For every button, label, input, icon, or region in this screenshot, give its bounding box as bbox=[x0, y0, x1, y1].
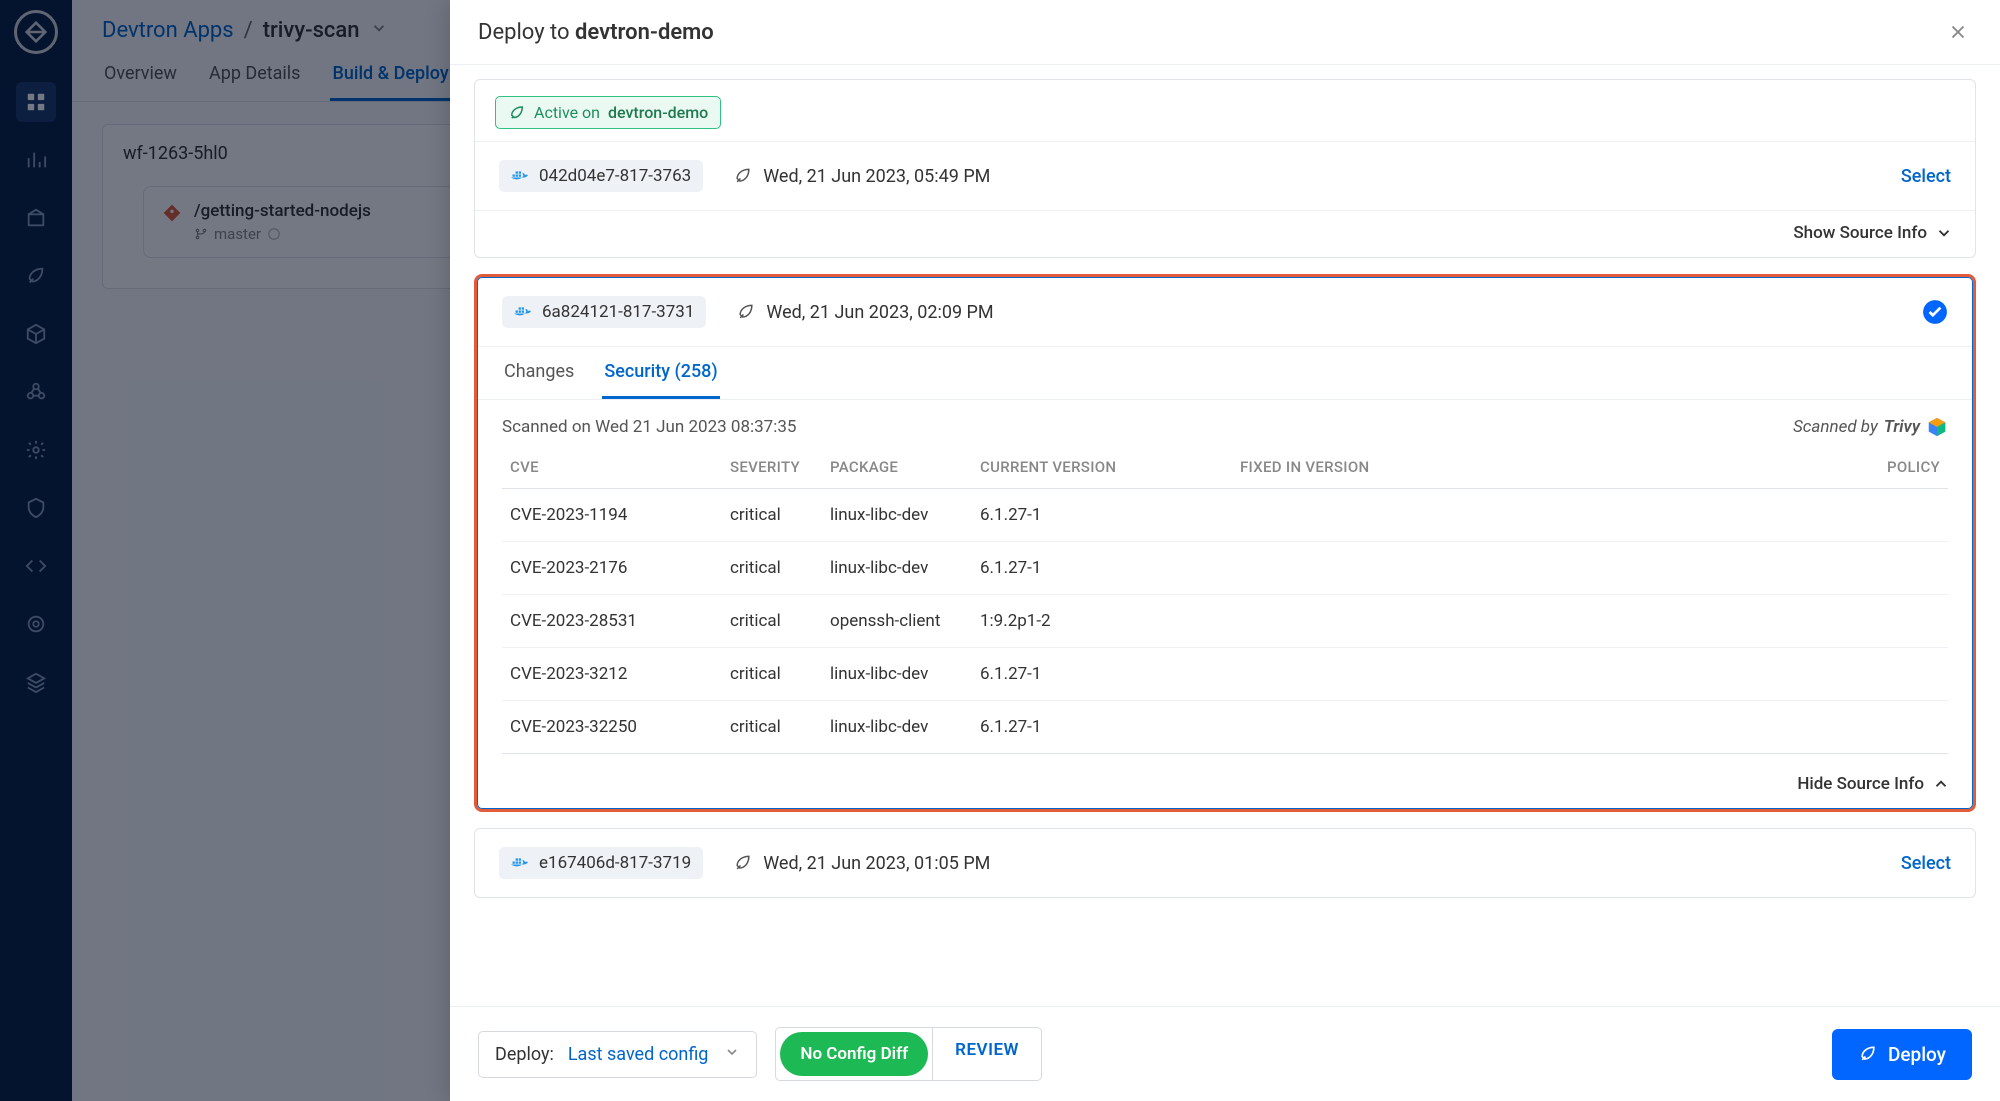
table-row[interactable]: CVE-2023-2176criticallinux-libc-dev6.1.2… bbox=[502, 542, 1948, 595]
rocket-icon bbox=[733, 166, 753, 186]
image-row: 6a824121-817-3731 Wed, 21 Jun 2023, 02:0… bbox=[478, 278, 1972, 347]
image-card-selected: 6a824121-817-3731 Wed, 21 Jun 2023, 02:0… bbox=[474, 274, 1976, 812]
col-current: CURRENT VERSION bbox=[972, 448, 1232, 489]
diff-review-group: No Config Diff REVIEW bbox=[775, 1027, 1042, 1081]
close-button[interactable] bbox=[1944, 18, 1972, 46]
image-card: e167406d-817-3719 Wed, 21 Jun 2023, 01:0… bbox=[474, 828, 1976, 898]
scanned-on: Scanned on Wed 21 Jun 2023 08:37:35 bbox=[502, 417, 796, 437]
image-tag-chip: 042d04e7-817-3763 bbox=[499, 160, 703, 192]
image-card: Active on devtron-demo 042d04e7-817-3763… bbox=[474, 79, 1976, 258]
close-icon bbox=[1947, 21, 1969, 43]
col-fixed: FIXED IN VERSION bbox=[1232, 448, 1848, 489]
chevron-down-icon bbox=[724, 1044, 740, 1065]
active-badge-row: Active on devtron-demo bbox=[475, 80, 1975, 142]
config-selector[interactable]: Deploy: Last saved config bbox=[478, 1031, 757, 1078]
image-row: e167406d-817-3719 Wed, 21 Jun 2023, 01:0… bbox=[475, 829, 1975, 897]
image-timestamp: Wed, 21 Jun 2023, 01:05 PM bbox=[733, 853, 990, 874]
image-timestamp: Wed, 21 Jun 2023, 02:09 PM bbox=[736, 302, 993, 323]
selected-check-icon bbox=[1922, 299, 1948, 325]
chevron-up-icon bbox=[1932, 775, 1950, 793]
deploy-button[interactable]: Deploy bbox=[1832, 1029, 1972, 1080]
modal-header: Deploy to devtron-demo bbox=[450, 0, 2000, 65]
no-diff-badge: No Config Diff bbox=[780, 1032, 928, 1076]
chevron-down-icon bbox=[1935, 224, 1953, 242]
show-source-toggle[interactable]: Show Source Info bbox=[475, 210, 1975, 257]
detail-tabs: Changes Security (258) bbox=[478, 347, 1972, 400]
deploy-modal: Deploy to devtron-demo Active on devtron… bbox=[450, 0, 2000, 1101]
docker-icon bbox=[511, 168, 531, 184]
table-row[interactable]: CVE-2023-1194criticallinux-libc-dev6.1.2… bbox=[502, 489, 1948, 542]
hide-source-toggle[interactable]: Hide Source Info bbox=[478, 762, 1972, 808]
rocket-icon bbox=[1858, 1044, 1878, 1064]
select-button[interactable]: Select bbox=[1901, 166, 1951, 187]
rocket-icon bbox=[508, 104, 526, 122]
tab-changes[interactable]: Changes bbox=[502, 347, 576, 399]
active-badge: Active on devtron-demo bbox=[495, 96, 721, 129]
scan-info-row: Scanned on Wed 21 Jun 2023 08:37:35 Scan… bbox=[478, 400, 1972, 448]
trivy-icon bbox=[1926, 416, 1948, 438]
image-tag-chip: e167406d-817-3719 bbox=[499, 847, 703, 879]
modal-footer: Deploy: Last saved config No Config Diff… bbox=[450, 1006, 2000, 1101]
image-timestamp: Wed, 21 Jun 2023, 05:49 PM bbox=[733, 166, 990, 187]
col-severity: SEVERITY bbox=[722, 448, 822, 489]
rocket-icon bbox=[733, 853, 753, 873]
col-policy: POLICY bbox=[1848, 448, 1948, 489]
docker-icon bbox=[514, 304, 534, 320]
modal-title: Deploy to devtron-demo bbox=[478, 20, 714, 45]
table-row[interactable]: CVE-2023-32250criticallinux-libc-dev6.1.… bbox=[502, 701, 1948, 754]
review-button[interactable]: REVIEW bbox=[933, 1028, 1041, 1080]
modal-body: Active on devtron-demo 042d04e7-817-3763… bbox=[450, 65, 2000, 1006]
select-button[interactable]: Select bbox=[1901, 853, 1951, 874]
tab-security[interactable]: Security (258) bbox=[602, 347, 719, 399]
image-tag-chip: 6a824121-817-3731 bbox=[502, 296, 706, 328]
docker-icon bbox=[511, 855, 531, 871]
vulnerability-table: CVE SEVERITY PACKAGE CURRENT VERSION FIX… bbox=[502, 448, 1948, 754]
scanned-by: Scanned byTrivy bbox=[1793, 416, 1948, 438]
image-row: 042d04e7-817-3763 Wed, 21 Jun 2023, 05:4… bbox=[475, 142, 1975, 210]
rocket-icon bbox=[736, 302, 756, 322]
table-row[interactable]: CVE-2023-28531criticalopenssh-client1:9.… bbox=[502, 595, 1948, 648]
col-package: PACKAGE bbox=[822, 448, 972, 489]
col-cve: CVE bbox=[502, 448, 722, 489]
table-row[interactable]: CVE-2023-3212criticallinux-libc-dev6.1.2… bbox=[502, 648, 1948, 701]
